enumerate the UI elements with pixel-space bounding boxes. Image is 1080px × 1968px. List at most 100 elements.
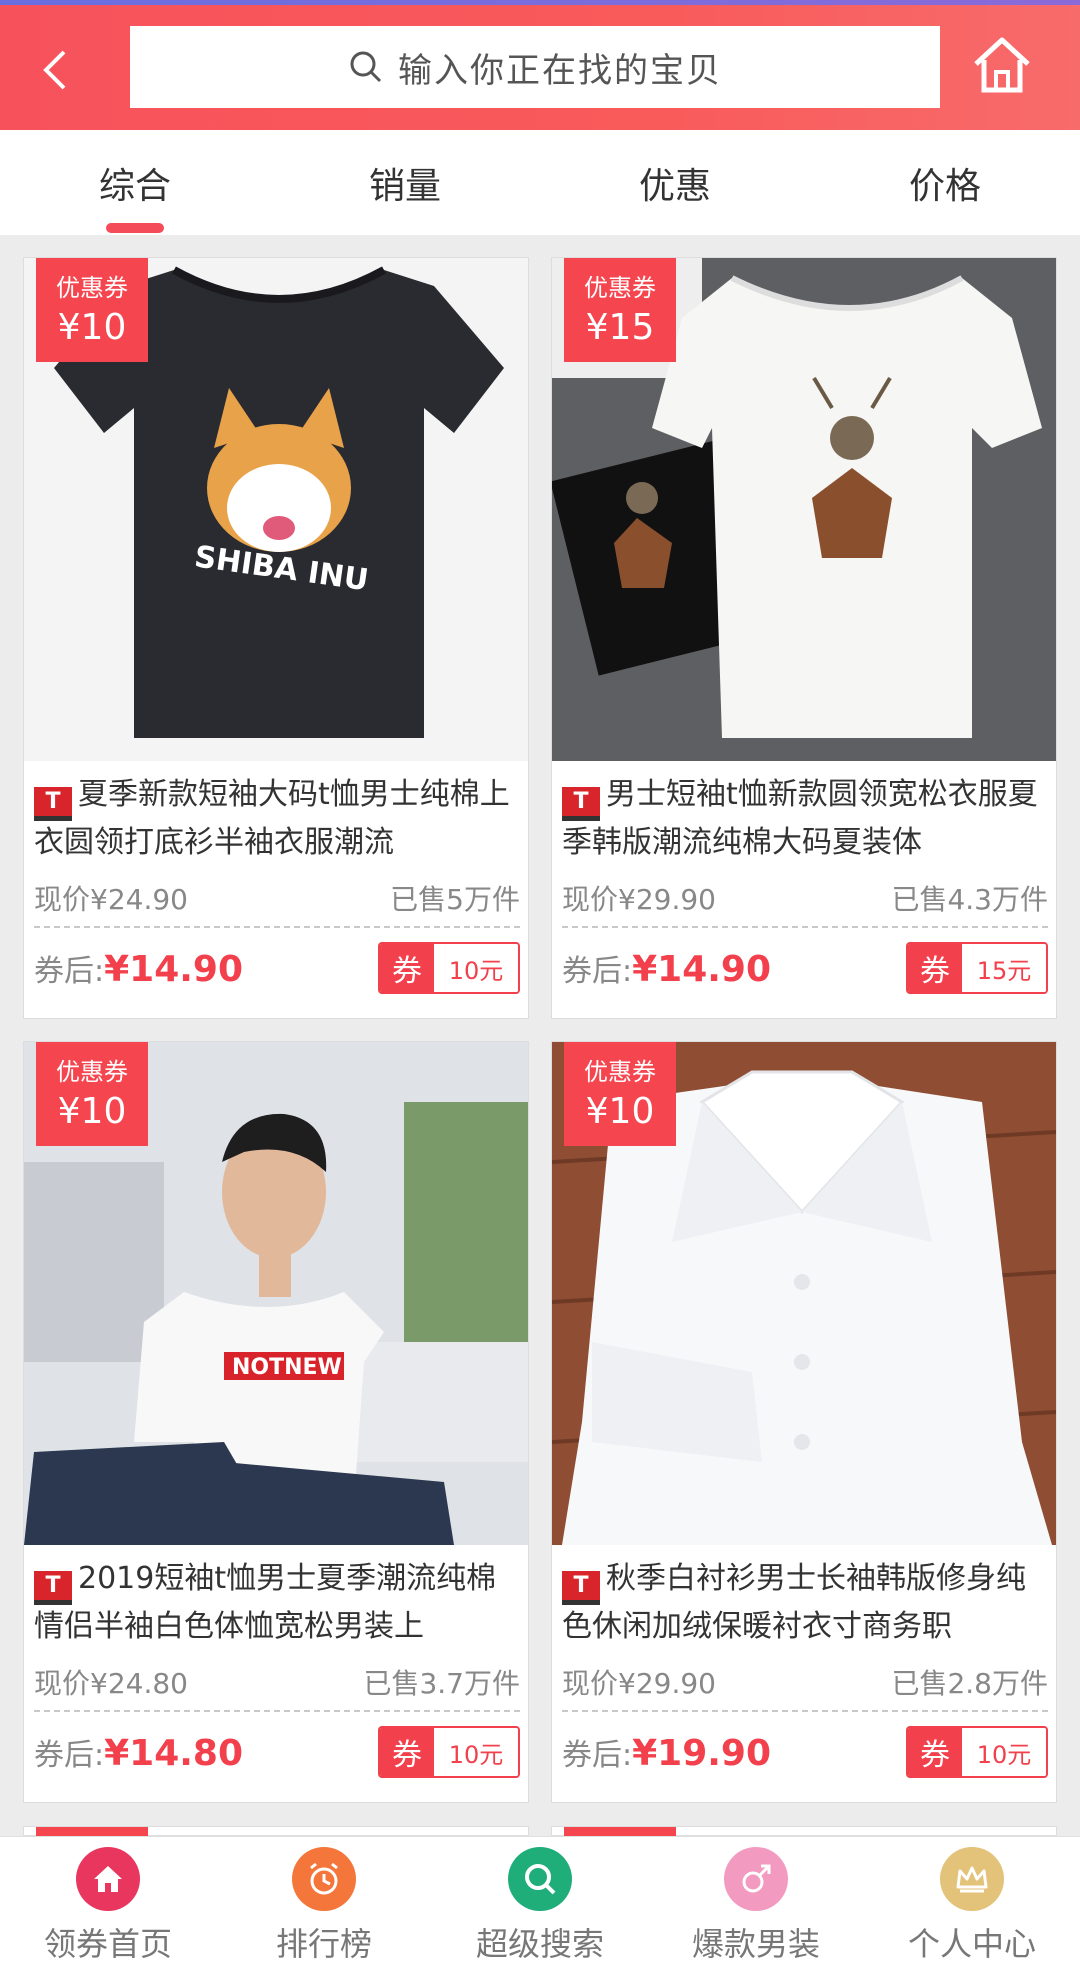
search-placeholder: 输入你正在找的宝贝 (398, 50, 722, 91)
nav-label: 个人中心 (907, 1925, 1036, 1963)
coupon-button-label: 券 (908, 1728, 962, 1776)
current-price: 现价¥29.90 (562, 1667, 716, 1700)
coupon-button-label: 券 (380, 1728, 434, 1776)
product-image[interactable]: SHIBA INU 优惠券 ¥10 (24, 258, 528, 761)
tab-label: 价格 (908, 165, 981, 207)
alarm-clock-icon (292, 1847, 356, 1911)
coupon-flag-amount: ¥10 (57, 307, 127, 348)
home-icon (974, 37, 1030, 93)
status-stripe (0, 0, 1080, 5)
after-coupon-price: ¥19.90 (632, 1733, 772, 1774)
nav-item-super-search[interactable]: 超级搜索 (432, 1837, 648, 1968)
nav-label: 排行榜 (275, 1925, 372, 1963)
divider (562, 926, 1048, 928)
chevron-left-icon (43, 50, 66, 90)
tmall-icon: T (562, 787, 600, 821)
sold-count: 已售5万件 (390, 883, 520, 916)
coupon-button[interactable]: 券 10元 (906, 1726, 1048, 1778)
product-card[interactable]: 优惠券 ¥15 T 男士短袖t恤新款圆领宽松衣服夏季韩版潮流纯棉大码夏装体 现价¥… (551, 257, 1057, 1019)
coupon-button[interactable]: 券 15元 (906, 942, 1048, 994)
tmall-icon: T (562, 1571, 600, 1605)
product-title[interactable]: T 2019短袖t恤男士夏季潮流纯棉情侣半袖白色体恤宽松男装上 (34, 1557, 520, 1645)
coupon-button-label: 券 (380, 944, 434, 992)
tmall-icon: T (34, 1571, 72, 1605)
product-image[interactable]: NOTNEW 优惠券 ¥10 (24, 1042, 528, 1545)
home-icon (76, 1847, 140, 1911)
after-coupon-price: ¥14.80 (104, 1733, 244, 1774)
nav-label: 超级搜索 (475, 1925, 604, 1963)
price-row: 现价¥24.90 已售5万件 (34, 878, 520, 918)
coupon-flag-amount: ¥10 (57, 1091, 127, 1132)
product-card-partial[interactable] (551, 1826, 1057, 1837)
nav-item-hot-menswear[interactable]: 爆款男装 (648, 1837, 864, 1968)
product-title-text: 夏季新款短袖大码t恤男士纯棉上衣圆领打底衫半袖衣服潮流 (34, 777, 510, 860)
after-coupon-row: 券后:¥14.90 券 10元 (34, 938, 520, 998)
coupon-flag-label: 优惠券 (56, 274, 128, 302)
coupon-flag-label: 优惠券 (56, 1058, 128, 1086)
after-coupon-row: 券后:¥14.90 券 15元 (562, 938, 1048, 998)
coupon-flag-amount: ¥10 (585, 1091, 655, 1132)
coupon-button-value: 10元 (434, 944, 518, 992)
product-card-partial[interactable] (23, 1826, 529, 1837)
price-row: 现价¥29.90 已售2.8万件 (562, 1662, 1048, 1702)
coupon-flag: 优惠券 ¥15 (564, 258, 676, 362)
male-icon (724, 1847, 788, 1911)
tab-label: 优惠 (638, 165, 711, 207)
divider (34, 1710, 520, 1712)
current-price: 现价¥24.90 (34, 883, 188, 916)
search-input[interactable]: 输入你正在找的宝贝 (130, 26, 940, 108)
nav-item-profile[interactable]: 个人中心 (864, 1837, 1080, 1968)
coupon-button[interactable]: 券 10元 (378, 942, 520, 994)
coupon-flag: 优惠券 ¥10 (564, 1042, 676, 1146)
search-icon (508, 1847, 572, 1911)
divider (34, 926, 520, 928)
coupon-button-value: 15元 (962, 944, 1046, 992)
after-coupon-label: 券后: (562, 954, 633, 989)
svg-text:NOTNEW: NOTNEW (232, 1355, 342, 1380)
back-button[interactable] (30, 40, 80, 100)
sold-count: 已售3.7万件 (363, 1667, 520, 1700)
price-row: 现价¥29.90 已售4.3万件 (562, 878, 1048, 918)
product-title[interactable]: T 夏季新款短袖大码t恤男士纯棉上衣圆领打底衫半袖衣服潮流 (34, 773, 520, 861)
active-tab-indicator (106, 223, 164, 233)
current-price: 现价¥24.80 (34, 1667, 188, 1700)
bottom-nav: 领券首页 排行榜 超级搜索 爆款男装 个人中心 (0, 1836, 1080, 1968)
product-title-text: 2019短袖t恤男士夏季潮流纯棉情侣半袖白色体恤宽松男装上 (34, 1561, 497, 1644)
product-card[interactable]: SHIBA INU 优惠券 ¥10 T 夏季新款短袖大码t恤男士纯棉上衣圆领打底衫… (23, 257, 529, 1019)
sold-count: 已售4.3万件 (891, 883, 1048, 916)
product-image[interactable]: 优惠券 ¥15 (552, 258, 1056, 761)
home-button[interactable] (970, 34, 1034, 98)
tab-price[interactable]: 价格 (810, 130, 1080, 235)
coupon-flag: 优惠券 ¥10 (36, 1042, 148, 1146)
tab-label: 销量 (368, 165, 441, 207)
nav-item-coupon-home[interactable]: 领券首页 (0, 1837, 216, 1968)
current-price: 现价¥29.90 (562, 883, 716, 916)
after-coupon-label: 券后: (34, 1738, 105, 1773)
nav-label: 爆款男装 (691, 1925, 820, 1963)
nav-label: 领券首页 (43, 1925, 172, 1963)
coupon-button[interactable]: 券 10元 (378, 1726, 520, 1778)
product-image[interactable]: 优惠券 ¥10 (552, 1042, 1056, 1545)
tab-comprehensive[interactable]: 综合 (0, 130, 270, 235)
coupon-button-value: 10元 (962, 1728, 1046, 1776)
product-card[interactable]: 优惠券 ¥10 T 秋季白衬衫男士长袖韩版修身纯色休闲加绒保暖衬衣寸商务职 现价¥… (551, 1041, 1057, 1803)
after-coupon-price: ¥14.90 (104, 949, 244, 990)
product-title[interactable]: T 秋季白衬衫男士长袖韩版修身纯色休闲加绒保暖衬衣寸商务职 (562, 1557, 1048, 1645)
after-coupon-row: 券后:¥19.90 券 10元 (562, 1722, 1048, 1782)
tab-label: 综合 (98, 165, 171, 207)
product-title[interactable]: T 男士短袖t恤新款圆领宽松衣服夏季韩版潮流纯棉大码夏装体 (562, 773, 1048, 861)
search-icon (350, 51, 382, 83)
product-card[interactable]: NOTNEW 优惠券 ¥10 T 2019短袖t恤男士夏季潮流纯棉情侣半袖白色体恤… (23, 1041, 529, 1803)
coupon-flag-label: 优惠券 (584, 1058, 656, 1086)
coupon-button-value: 10元 (434, 1728, 518, 1776)
after-coupon-row: 券后:¥14.80 券 10元 (34, 1722, 520, 1782)
nav-item-ranking[interactable]: 排行榜 (216, 1837, 432, 1968)
product-title-text: 秋季白衬衫男士长袖韩版修身纯色休闲加绒保暖衬衣寸商务职 (562, 1561, 1026, 1644)
price-row: 现价¥24.80 已售3.7万件 (34, 1662, 520, 1702)
after-coupon-label: 券后: (562, 1738, 633, 1773)
tab-discount[interactable]: 优惠 (540, 130, 810, 235)
tmall-icon: T (34, 787, 72, 821)
sold-count: 已售2.8万件 (891, 1667, 1048, 1700)
coupon-flag-label: 优惠券 (584, 274, 656, 302)
tab-sales[interactable]: 销量 (270, 130, 540, 235)
